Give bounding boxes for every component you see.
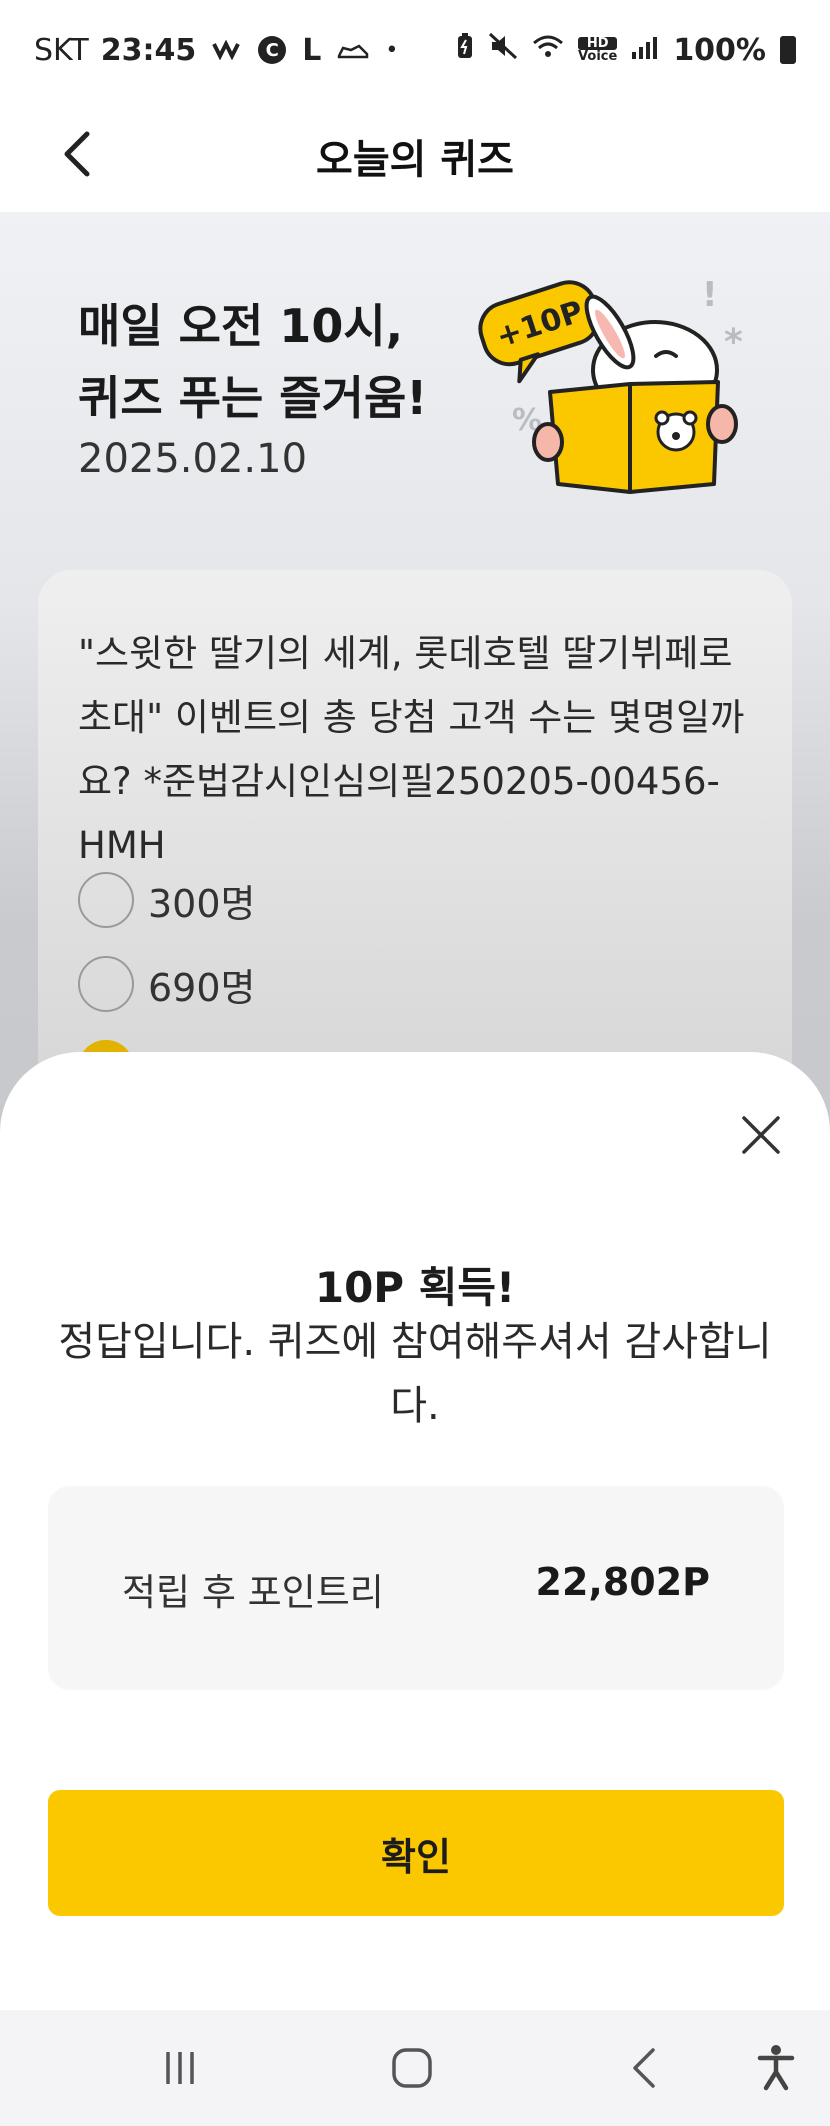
option-label: 690명 bbox=[148, 965, 256, 1010]
battery-icon bbox=[780, 36, 796, 64]
nav-back-button[interactable] bbox=[616, 2040, 672, 2096]
hero-title-line1: 매일 오전 10시, bbox=[78, 299, 404, 353]
recent-apps-button[interactable] bbox=[152, 2040, 208, 2096]
hd-voice-bottom: Voice bbox=[578, 49, 618, 64]
rabbit-reading-book-illustration: +10P ! * % bbox=[478, 275, 743, 494]
c-app-letter: C bbox=[265, 39, 279, 61]
close-icon bbox=[742, 1116, 780, 1154]
status-left: SKT 23:45 C L • bbox=[34, 33, 398, 68]
quiz-option-1[interactable]: 300명 bbox=[78, 872, 256, 928]
status-right: HD Voice 100% bbox=[456, 32, 796, 68]
page-title: 오늘의 퀴즈 bbox=[316, 137, 514, 183]
shoe-icon bbox=[337, 33, 369, 68]
system-nav-bar bbox=[0, 2010, 830, 2126]
quiz-option-2[interactable]: 690명 bbox=[78, 956, 256, 1012]
accessibility-icon bbox=[757, 2045, 795, 2091]
status-bar: SKT 23:45 C L • HD Voice 100% bbox=[0, 0, 830, 100]
points-label: 적립 후 포인트리 bbox=[122, 1571, 384, 1614]
quiz-date: 2025.02.10 bbox=[78, 436, 308, 482]
signal-icon bbox=[631, 33, 659, 68]
more-notifications-dot: • bbox=[385, 37, 399, 63]
result-message: 정답입니다. 퀴즈에 참여해주셔서 감사합니다. bbox=[58, 1319, 772, 1429]
confirm-button[interactable]: 확인 bbox=[48, 1790, 784, 1916]
hd-voice-badge: HD Voice bbox=[578, 37, 618, 64]
chevron-left-icon bbox=[64, 131, 90, 177]
battery-saver-icon bbox=[456, 32, 474, 68]
wifi-icon bbox=[532, 33, 564, 68]
option-radio[interactable] bbox=[78, 956, 134, 1012]
recent-apps-icon bbox=[166, 2052, 194, 2084]
app-header: 오늘의 퀴즈 bbox=[0, 100, 830, 212]
back-icon bbox=[633, 2048, 655, 2088]
svg-text:!: ! bbox=[702, 275, 718, 315]
option-label: 300명 bbox=[148, 881, 256, 926]
quiz-question: "스윗한 딸기의 세계, 롯데호텔 딸기뷔페로 초대" 이벤트의 총 당첨 고객… bbox=[78, 632, 745, 867]
home-icon bbox=[392, 2048, 432, 2088]
accessibility-button[interactable] bbox=[748, 2040, 804, 2096]
battery-percent: 100% bbox=[673, 32, 766, 68]
hero-title-line2: 퀴즈 푸는 즐거움! bbox=[78, 371, 428, 425]
svg-text:*: * bbox=[724, 322, 743, 363]
back-button[interactable] bbox=[44, 122, 108, 186]
clock-time: 23:45 bbox=[100, 32, 197, 68]
mute-icon bbox=[488, 32, 518, 68]
option-radio[interactable] bbox=[78, 872, 134, 928]
carrier-label: SKT bbox=[34, 32, 89, 68]
close-button[interactable] bbox=[736, 1110, 786, 1160]
l-app-icon: L bbox=[302, 32, 322, 68]
c-app-icon: C bbox=[258, 36, 287, 64]
result-title: 10P 획득! bbox=[314, 1263, 516, 1312]
home-button[interactable] bbox=[384, 2040, 440, 2096]
wave-notification-icon bbox=[212, 33, 242, 68]
hero-title: 매일 오전 10시, 퀴즈 푸는 즐거움! bbox=[78, 290, 427, 434]
points-value: 22,802P bbox=[535, 1560, 711, 1604]
